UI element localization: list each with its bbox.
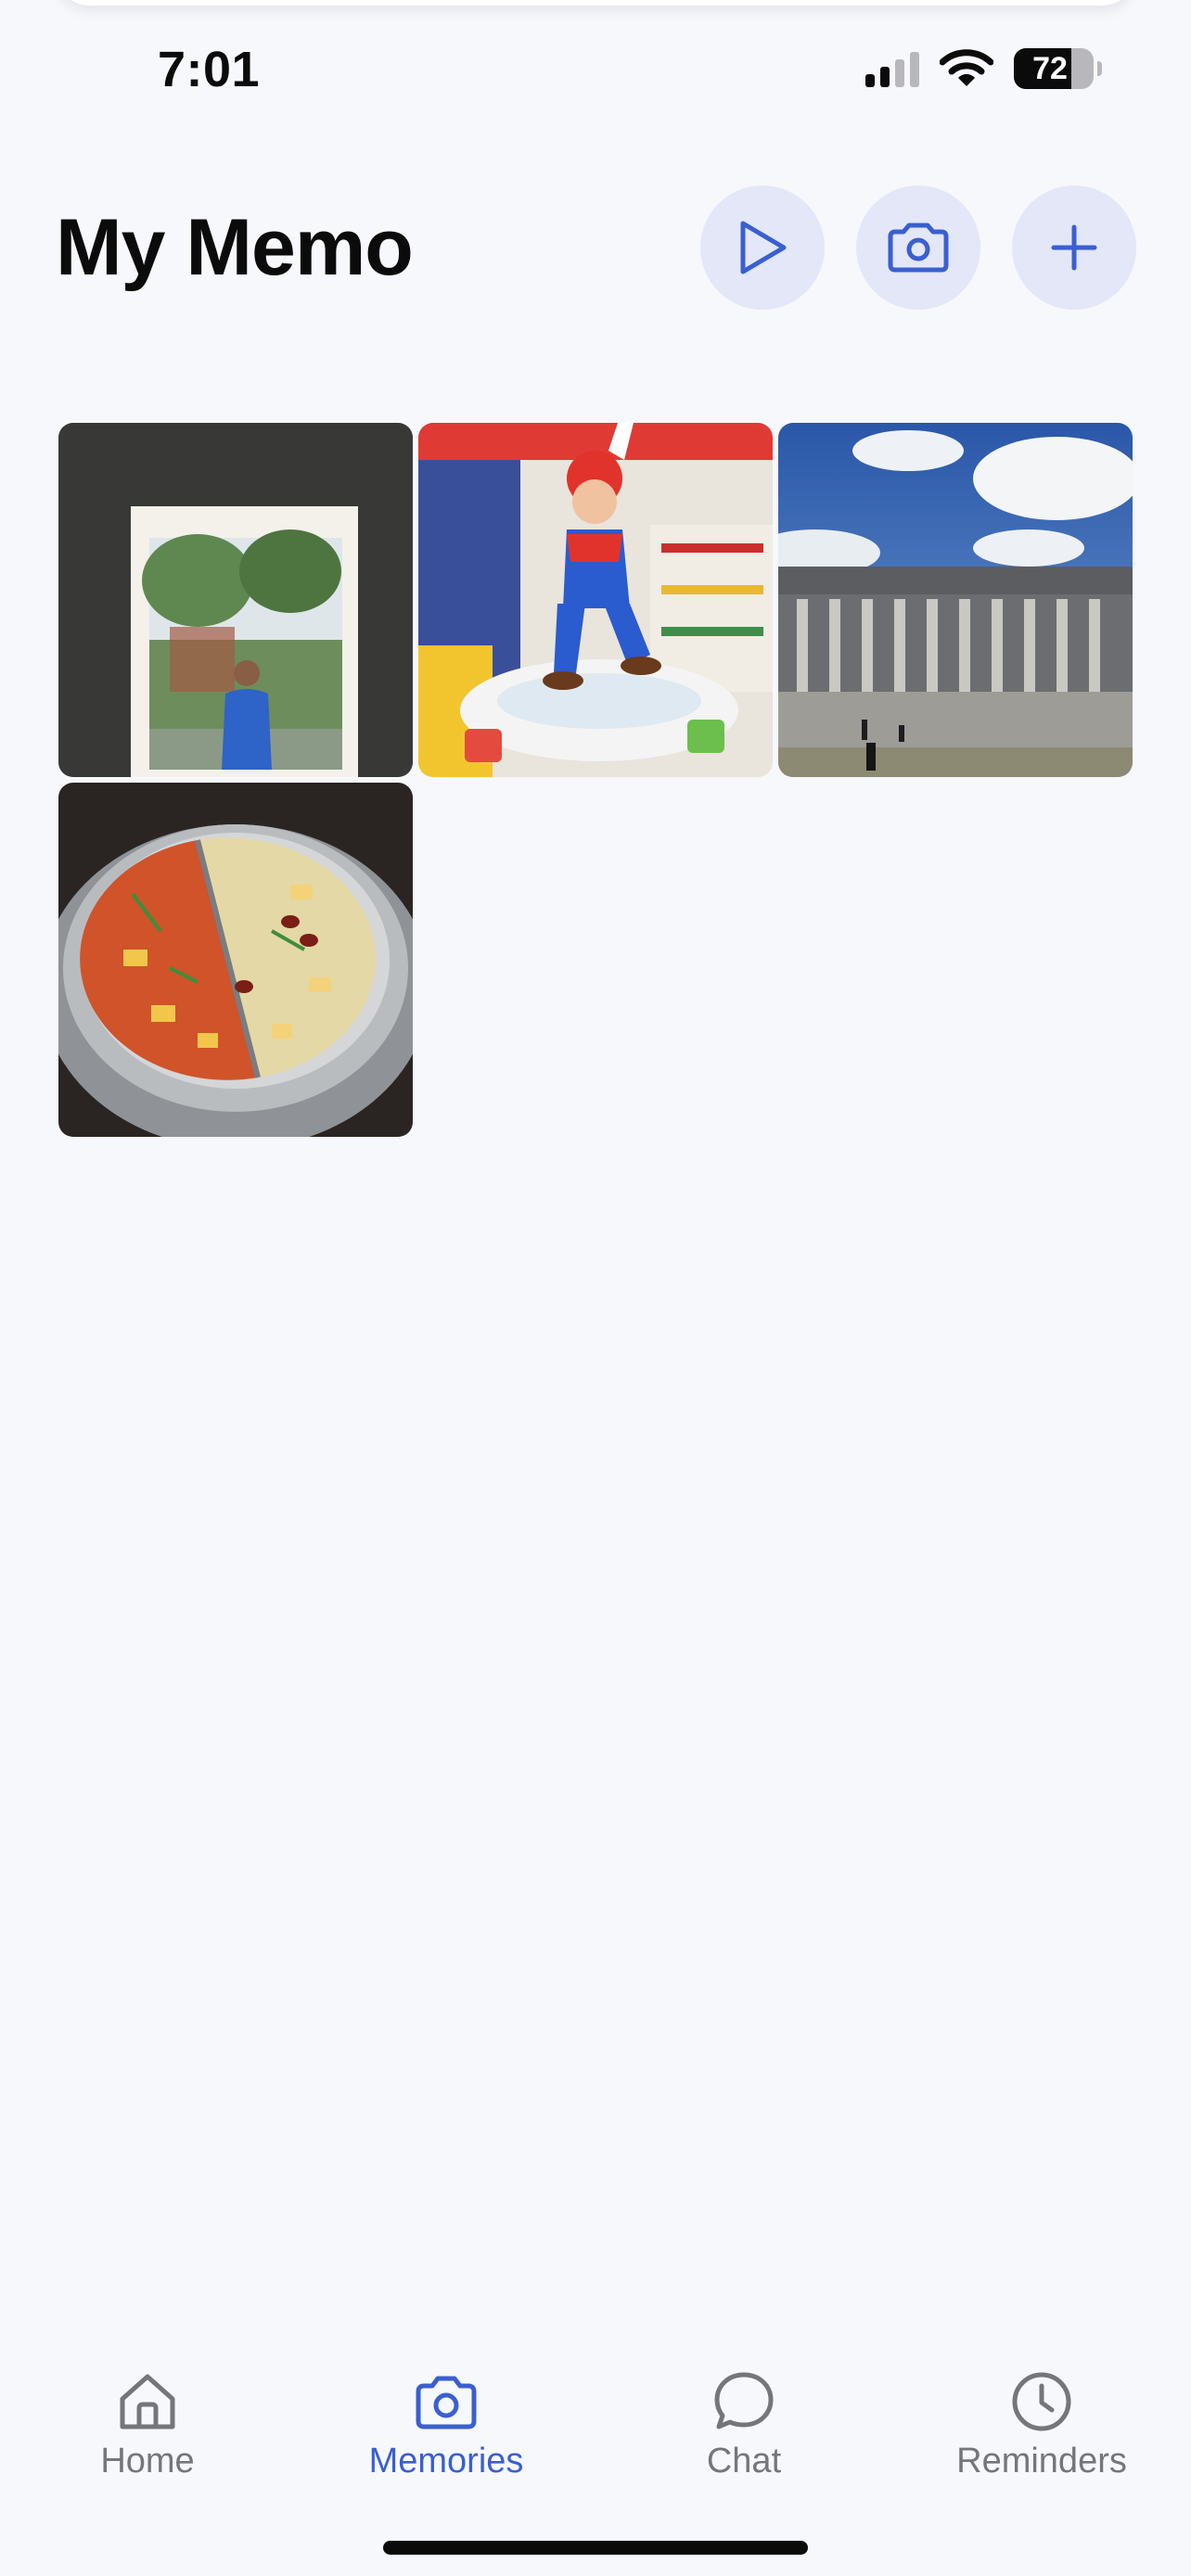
camera-icon — [416, 2376, 477, 2429]
battery-cap — [1097, 61, 1102, 76]
photo-mario-figure — [418, 423, 773, 777]
battery-level: 72 — [1032, 50, 1068, 86]
status-icons: 72 — [865, 48, 1102, 89]
tab-memories[interactable]: Memories — [307, 2369, 585, 2481]
page-title: My Memo — [56, 203, 414, 292]
tab-chat[interactable]: Chat — [605, 2369, 883, 2481]
tab-label-chat: Chat — [706, 2442, 782, 2480]
play-icon — [740, 221, 787, 274]
battery-icon: 72 — [1014, 48, 1094, 89]
plus-icon — [1051, 224, 1097, 271]
status-bar: 7:01 72 — [0, 0, 1191, 139]
add-memory-button[interactable] — [1012, 185, 1136, 310]
tab-label-home: Home — [100, 2442, 195, 2480]
photo-hot-pot — [58, 783, 413, 1137]
tab-label-reminders: Reminders — [956, 2442, 1127, 2480]
home-icon — [120, 2374, 175, 2429]
memory-photo[interactable] — [58, 783, 413, 1137]
status-time: 7:01 — [158, 42, 261, 97]
tab-bar: Home Memories Chat Reminders — [0, 2318, 1191, 2576]
tab-home[interactable]: Home — [8, 2369, 287, 2481]
chat-bubble-icon — [714, 2372, 774, 2429]
photo-person-print — [58, 423, 413, 777]
camera-icon — [888, 223, 949, 273]
wifi-icon — [940, 49, 993, 86]
home-indicator[interactable] — [383, 2541, 808, 2555]
memory-photo[interactable] — [58, 423, 413, 777]
signal-icon — [865, 50, 919, 87]
tab-label-memories: Memories — [368, 2442, 524, 2480]
play-button[interactable] — [700, 185, 825, 310]
tab-reminders[interactable]: Reminders — [903, 2369, 1181, 2481]
memory-photo[interactable] — [418, 423, 773, 777]
camera-button[interactable] — [856, 185, 980, 310]
clock-icon — [1012, 2372, 1071, 2431]
photo-columned-building — [778, 423, 1133, 777]
memory-photo[interactable] — [778, 423, 1133, 777]
